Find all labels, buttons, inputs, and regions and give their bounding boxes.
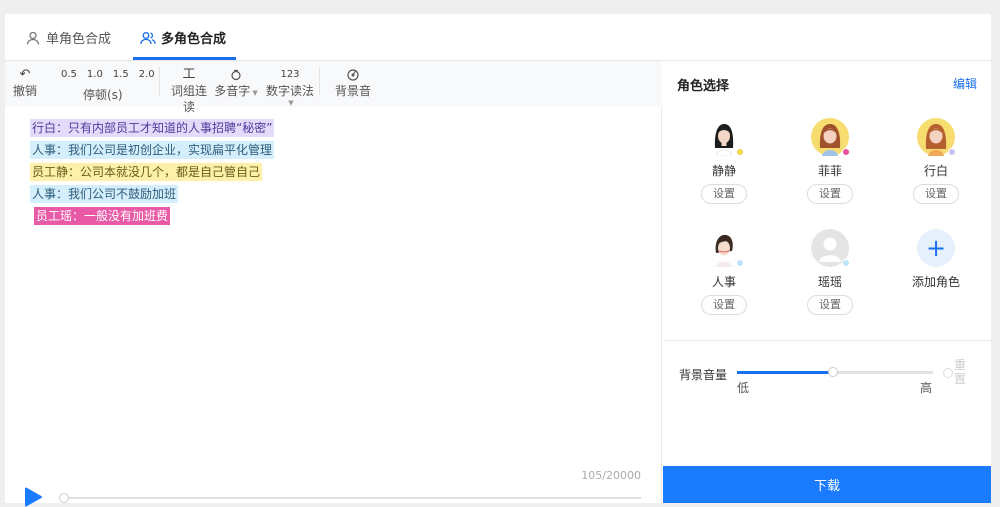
add-role-label: 添加角色 bbox=[911, 275, 960, 289]
music-disc-icon bbox=[331, 67, 375, 83]
user-icon bbox=[25, 30, 41, 46]
playback-progress-knob[interactable] bbox=[59, 493, 69, 503]
role-card-renshi[interactable]: 人事 设置 bbox=[684, 229, 764, 315]
script-line-text: 人事：我们公司不鼓励加班 bbox=[30, 185, 179, 203]
bg-music-button[interactable]: 背景音 bbox=[331, 67, 375, 99]
playback-progress-track[interactable] bbox=[63, 497, 641, 499]
polyphone-icon bbox=[213, 67, 259, 83]
edit-roles-link[interactable]: 编辑 bbox=[953, 75, 977, 92]
avatar bbox=[811, 118, 850, 156]
avatar bbox=[705, 229, 744, 267]
avatar bbox=[705, 118, 744, 156]
script-line-text: 员工瑶：一般没有加班费 bbox=[34, 207, 171, 225]
tab-bar: 单角色合成 多角色合成 bbox=[5, 14, 991, 61]
speed-option[interactable]: 1.0 bbox=[87, 69, 103, 80]
avatar bbox=[917, 118, 956, 156]
caret-down-icon: ▼ bbox=[252, 89, 258, 97]
polyphone-label: 多音字 bbox=[214, 84, 251, 98]
toolbar-divider bbox=[159, 67, 160, 95]
caret-down-icon: ▼ bbox=[288, 99, 294, 107]
script-line: 人事：我们公司是初创企业，实现扁平化管理 bbox=[30, 139, 275, 161]
script-line-text: 员工静：公司本就没几个，都是自己管自己 bbox=[30, 163, 263, 181]
status-dot bbox=[736, 148, 744, 156]
play-button[interactable] bbox=[22, 486, 44, 507]
role-card-jingjing[interactable]: 静静 设置 bbox=[684, 118, 764, 204]
volume-low-label: 低 bbox=[737, 381, 750, 395]
status-dot bbox=[842, 148, 850, 156]
tab-single-role[interactable]: 单角色合成 bbox=[25, 14, 111, 61]
volume-high-label: 高 bbox=[920, 381, 933, 395]
tab-label: 单角色合成 bbox=[46, 32, 112, 47]
add-role-card[interactable]: + 添加角色 bbox=[896, 229, 976, 290]
script-line: 员工静：公司本就没几个，都是自己管自己 bbox=[30, 161, 274, 183]
role-card-xingbai[interactable]: 行白 设置 bbox=[896, 118, 976, 204]
play-icon bbox=[25, 487, 42, 507]
polyphone-button[interactable]: 多音字 ▼ bbox=[213, 67, 259, 101]
role-settings-button[interactable]: 设置 bbox=[701, 295, 747, 315]
speed-option[interactable]: 0.5 bbox=[61, 69, 77, 80]
panel-divider bbox=[663, 340, 991, 341]
number-reading-button[interactable]: 123 数字读法 ▼ bbox=[263, 67, 317, 107]
script-line: 员工瑶：一般没有加班费 bbox=[30, 205, 274, 227]
role-settings-button[interactable]: 设置 bbox=[913, 184, 959, 204]
role-settings-button[interactable]: 设置 bbox=[807, 295, 853, 315]
speed-option[interactable]: 2.0 bbox=[139, 69, 155, 80]
bg-volume-label: 背景音量 bbox=[679, 368, 728, 382]
undo-label: 撤销 bbox=[12, 84, 37, 98]
bg-volume-knob[interactable] bbox=[828, 367, 839, 377]
status-dot bbox=[842, 259, 850, 267]
role-card-yaoyao[interactable]: 瑶瑶 设置 bbox=[790, 229, 870, 315]
role-name: 静静 bbox=[711, 164, 736, 178]
role-settings-button[interactable]: 设置 bbox=[701, 184, 747, 204]
number-reading-label: 数字读法 bbox=[265, 84, 314, 98]
bg-music-label: 背景音 bbox=[334, 84, 371, 98]
tab-label: 多角色合成 bbox=[161, 32, 227, 47]
tab-multi-role[interactable]: 多角色合成 bbox=[140, 14, 226, 61]
bg-volume-fill bbox=[737, 371, 834, 374]
add-role-button[interactable]: + bbox=[917, 229, 955, 267]
undo-button[interactable]: ↶ 撤销 bbox=[11, 67, 39, 99]
word-group-label: 词组连读 bbox=[170, 84, 207, 114]
script-line-text: 行白：只有内部员工才知道的人事招聘“秘密” bbox=[30, 119, 275, 137]
status-dot bbox=[948, 148, 956, 156]
pause-label: 停顿(s) bbox=[83, 88, 123, 102]
role-settings-button[interactable]: 设置 bbox=[807, 184, 853, 204]
avatar bbox=[811, 229, 850, 267]
role-selection-pane: 角色选择 编辑 静静 设置 菲菲 设置 行白 设置 人事 设置 瑶瑶 设置 + … bbox=[663, 61, 991, 503]
pause-speed-options: 0.5 1.0 1.5 2.0 bbox=[61, 69, 165, 80]
download-label: 下载 bbox=[813, 479, 840, 494]
role-name: 菲菲 bbox=[817, 164, 842, 178]
char-counter: 105/20000 bbox=[581, 469, 641, 482]
script-line: 人事：我们公司不鼓励加班 bbox=[30, 183, 274, 205]
role-name: 人事 bbox=[711, 275, 736, 289]
plus-icon: + bbox=[925, 234, 947, 262]
speed-option[interactable]: 1.5 bbox=[113, 69, 129, 80]
reset-indicator bbox=[943, 368, 953, 378]
status-dot bbox=[736, 259, 744, 267]
undo-icon: ↶ bbox=[19, 67, 31, 82]
role-name: 瑶瑶 bbox=[817, 275, 842, 289]
role-panel-title: 角色选择 bbox=[677, 79, 730, 94]
script-text-area[interactable]: 行白：只有内部员工才知道的人事招聘“秘密” 人事：我们公司是初创企业，实现扁平化… bbox=[30, 117, 275, 227]
main-card: 单角色合成 多角色合成 ↶ 撤销 0.5 1.0 1.5 2.0 停顿(s) 工 词组… bbox=[5, 14, 991, 507]
role-name: 行白 bbox=[923, 164, 948, 178]
users-icon bbox=[140, 30, 156, 46]
word-group-icon: 工 bbox=[182, 67, 196, 82]
download-button[interactable]: 下载 bbox=[663, 466, 991, 503]
script-line: 行白：只有内部员工才知道的人事招聘“秘密” bbox=[30, 117, 275, 139]
script-editor-pane: ↶ 撤销 0.5 1.0 1.5 2.0 停顿(s) 工 词组连读 多音字 ▼ 123 … bbox=[5, 61, 662, 507]
editor-toolbar: ↶ 撤销 0.5 1.0 1.5 2.0 停顿(s) 工 词组连读 多音字 ▼ 123 … bbox=[5, 61, 662, 114]
script-line-text: 人事：我们公司是初创企业，实现扁平化管理 bbox=[30, 141, 275, 159]
active-tab-indicator bbox=[133, 57, 236, 60]
toolbar-divider bbox=[319, 67, 320, 95]
word-group-button[interactable]: 工 词组连读 bbox=[169, 67, 209, 115]
role-card-feifei[interactable]: 菲菲 设置 bbox=[790, 118, 870, 204]
reset-volume-button[interactable]: 重置 bbox=[954, 358, 968, 386]
number-icon: 123 bbox=[280, 69, 300, 80]
